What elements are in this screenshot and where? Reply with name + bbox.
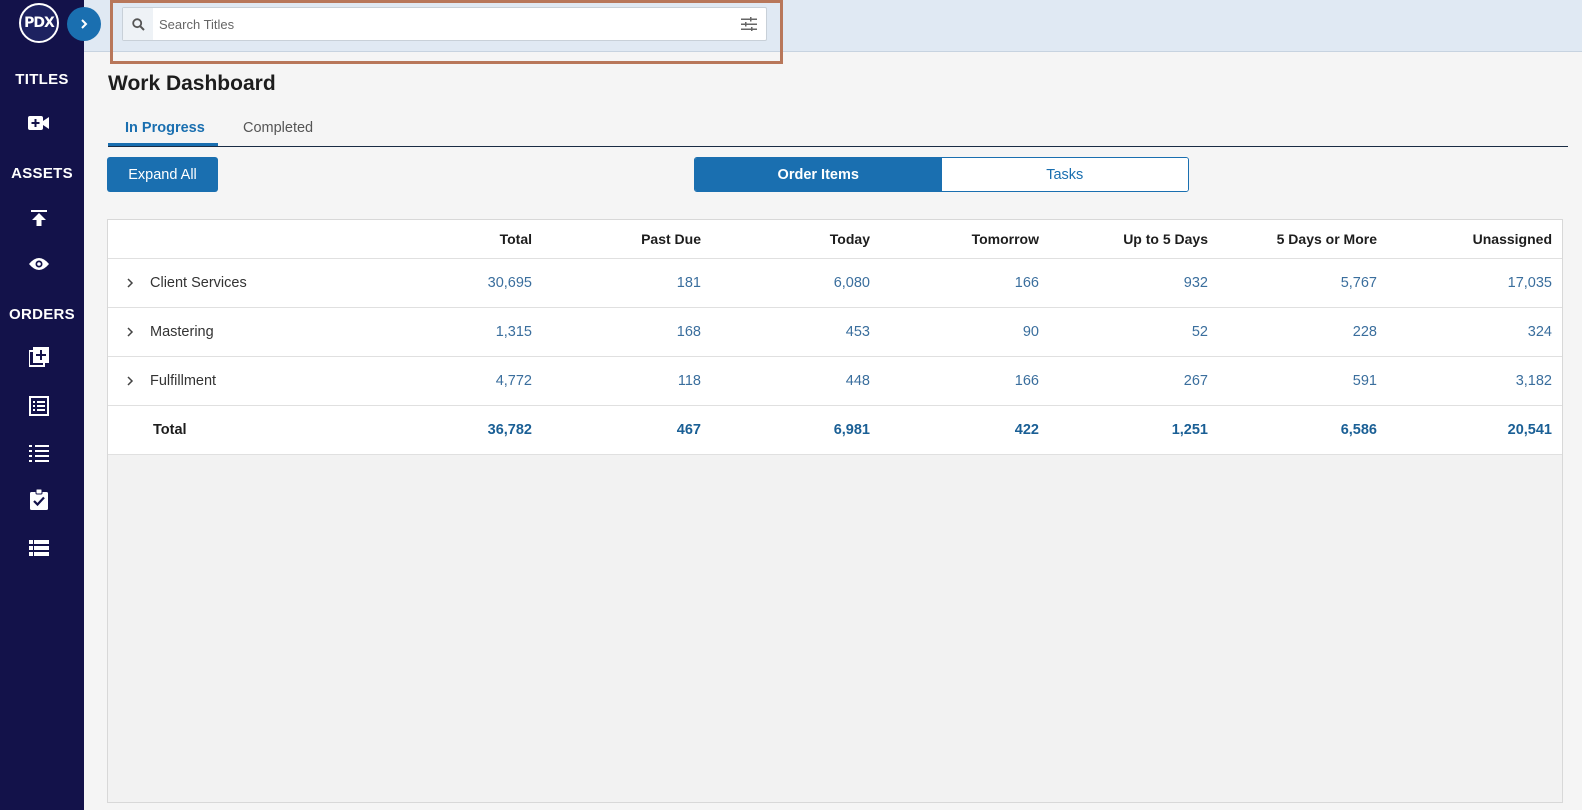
total-value[interactable]: 467 [542, 405, 711, 455]
order-list-icon[interactable] [27, 394, 51, 418]
expand-all-button[interactable]: Expand All [107, 157, 218, 192]
cell-value[interactable]: 52 [1049, 307, 1218, 357]
column-header[interactable]: Total [372, 220, 542, 259]
search-icon [123, 8, 153, 40]
clipboard-check-icon[interactable] [27, 487, 51, 511]
column-header[interactable]: Tomorrow [880, 220, 1049, 259]
row-name-cell[interactable]: Fulfillment [108, 356, 372, 406]
total-value[interactable]: 36,782 [372, 405, 542, 455]
total-value[interactable]: 1,251 [1049, 405, 1218, 455]
numbered-list-icon[interactable] [27, 441, 51, 465]
add-order-icon[interactable] [27, 345, 51, 369]
status-tabs: In Progress Completed [108, 114, 1568, 147]
tab-completed[interactable]: Completed [243, 120, 313, 136]
cell-value[interactable]: 1,315 [372, 307, 542, 357]
table-header-row: Total Past Due Today Tomorrow Up to 5 Da… [108, 220, 1562, 259]
tasks-toggle[interactable]: Tasks [941, 158, 1188, 191]
cell-value[interactable]: 5,767 [1218, 258, 1387, 308]
cell-value[interactable]: 166 [880, 356, 1049, 406]
chevron-right-icon [81, 19, 88, 29]
view-toggle: Order Items Tasks [694, 157, 1189, 192]
upload-icon[interactable] [27, 206, 51, 230]
cell-value[interactable]: 591 [1218, 356, 1387, 406]
table-row[interactable]: Client Services 30,695 181 6,080 166 932… [108, 258, 1562, 308]
search-box[interactable] [122, 7, 767, 41]
row-name-cell[interactable]: Mastering [108, 307, 372, 357]
expand-sidebar-button[interactable] [67, 7, 101, 41]
active-tab-indicator [108, 143, 218, 146]
cell-value[interactable]: 448 [711, 356, 880, 406]
sidebar-section-titles: TITLES [15, 71, 69, 88]
order-items-toggle[interactable]: Order Items [695, 158, 942, 191]
eye-icon[interactable] [27, 252, 51, 276]
row-name-cell[interactable]: Client Services [108, 258, 372, 308]
cell-value[interactable]: 168 [542, 307, 711, 357]
tab-in-progress[interactable]: In Progress [125, 120, 205, 136]
table-view-icon[interactable] [27, 536, 51, 560]
cell-value[interactable]: 932 [1049, 258, 1218, 308]
column-header[interactable]: Today [711, 220, 880, 259]
total-value[interactable]: 6,586 [1218, 405, 1387, 455]
table-row[interactable]: Mastering 1,315 168 453 90 52 228 324 [108, 307, 1562, 357]
cell-value[interactable]: 6,080 [711, 258, 880, 308]
work-summary-table: Total Past Due Today Tomorrow Up to 5 Da… [108, 220, 1562, 455]
total-value[interactable]: 422 [880, 405, 1049, 455]
column-header[interactable]: Past Due [542, 220, 711, 259]
cell-value[interactable]: 166 [880, 258, 1049, 308]
chevron-right-icon[interactable] [124, 375, 138, 387]
row-label: Fulfillment [150, 372, 217, 389]
sidebar-section-assets: ASSETS [11, 165, 73, 182]
sidebar: PDX TITLES ASSETS ORDERS [0, 0, 84, 810]
cell-value[interactable]: 267 [1049, 356, 1218, 406]
total-value[interactable]: 6,981 [711, 405, 880, 455]
cell-value[interactable]: 181 [542, 258, 711, 308]
row-label: Mastering [150, 323, 214, 340]
cell-value[interactable]: 90 [880, 307, 1049, 357]
cell-value[interactable]: 118 [542, 356, 711, 406]
page-title: Work Dashboard [108, 72, 276, 95]
cell-value[interactable]: 4,772 [372, 356, 542, 406]
chevron-right-icon[interactable] [124, 277, 138, 289]
row-label: Client Services [150, 274, 247, 291]
cell-value[interactable]: 453 [711, 307, 880, 357]
dashboard-table-panel: Total Past Due Today Tomorrow Up to 5 Da… [107, 219, 1563, 803]
column-header[interactable]: 5 Days or More [1218, 220, 1387, 259]
table-row[interactable]: Fulfillment 4,772 118 448 166 267 591 3,… [108, 356, 1562, 406]
search-input[interactable] [153, 16, 732, 32]
filter-sliders-icon[interactable] [732, 8, 766, 40]
table-total-row: Total 36,782 467 6,981 422 1,251 6,586 2… [108, 405, 1562, 455]
pdx-logo[interactable]: PDX [19, 3, 59, 43]
sidebar-section-orders: ORDERS [9, 306, 75, 323]
cell-value[interactable]: 3,182 [1387, 356, 1562, 406]
column-header[interactable]: Up to 5 Days [1049, 220, 1218, 259]
column-header[interactable]: Unassigned [1387, 220, 1562, 259]
total-label: Total [108, 405, 372, 455]
total-value[interactable]: 20,541 [1387, 405, 1562, 455]
cell-value[interactable]: 17,035 [1387, 258, 1562, 308]
cell-value[interactable]: 228 [1218, 307, 1387, 357]
column-header [108, 220, 372, 259]
chevron-right-icon[interactable] [124, 326, 138, 338]
cell-value[interactable]: 324 [1387, 307, 1562, 357]
add-video-icon[interactable] [27, 111, 51, 135]
cell-value[interactable]: 30,695 [372, 258, 542, 308]
